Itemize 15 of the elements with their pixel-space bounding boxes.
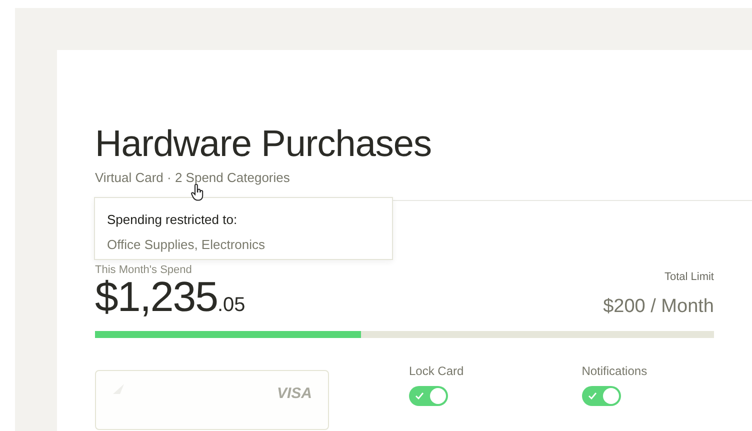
card-subtitle: Virtual Card · 2 Spend Categories	[95, 169, 291, 187]
page-title: Hardware Purchases	[95, 122, 432, 166]
toggle-label: Lock Card	[409, 362, 464, 380]
tooltip-heading: Spending restricted to:	[107, 211, 238, 229]
total-limit-value: $200 / Month	[603, 295, 714, 319]
toggle-switch[interactable]	[409, 386, 448, 406]
total-limit-label: Total Limit	[664, 270, 714, 284]
card-brand: VISA	[276, 384, 312, 404]
spend-label: This Month's Spend	[95, 262, 192, 276]
spend-amount: $1,235.05	[95, 276, 246, 322]
check-icon	[415, 392, 424, 400]
check-icon	[588, 392, 597, 400]
tooltip-text: Office Supplies, Electronics	[107, 236, 266, 254]
toggle-switch[interactable]	[582, 386, 621, 406]
toggle-label: Notifications	[582, 362, 648, 380]
